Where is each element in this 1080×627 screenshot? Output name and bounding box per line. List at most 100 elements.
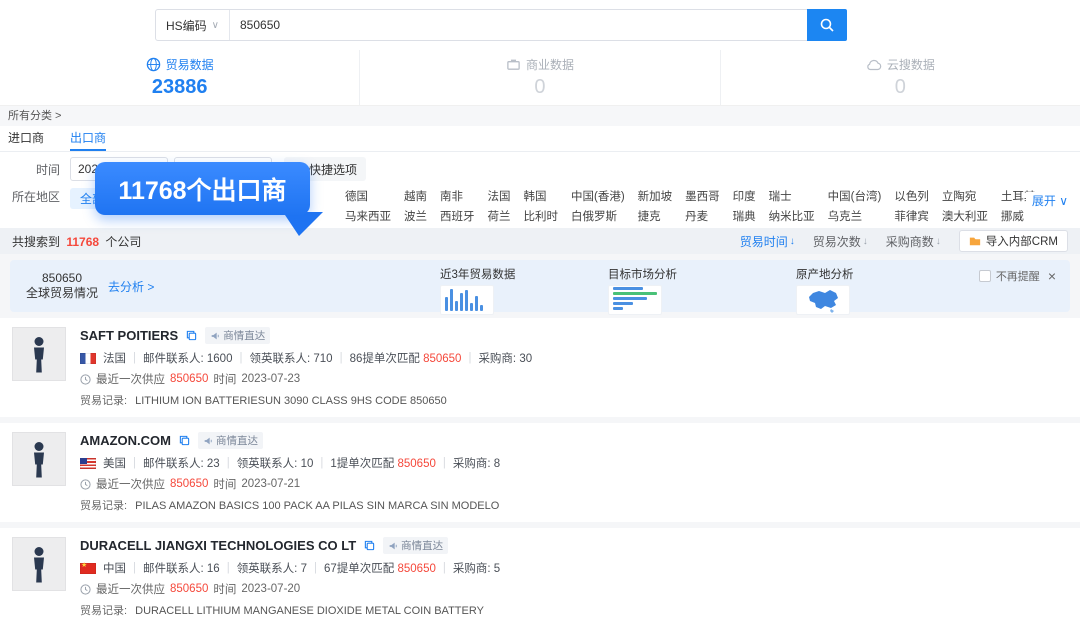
buyer-count: 采购商: 8 [453, 455, 500, 471]
country-option[interactable]: 澳大利亚 [942, 208, 988, 224]
filter-section: 时间 2022-07-28 2023-07-27 快捷选项 所在地区 全部 德国… [0, 152, 1080, 228]
sort-trade-time-label: 贸易时间 [740, 233, 788, 250]
company-thumbnail[interactable] [12, 432, 66, 486]
country-option[interactable]: 法国 [488, 188, 511, 204]
country-option[interactable]: 马来西亚 [345, 208, 391, 224]
country-option[interactable]: 比利时 [524, 208, 559, 224]
copy-icon[interactable] [364, 540, 375, 551]
stat-business-data[interactable]: 商业数据 0 [359, 50, 719, 105]
country-option[interactable]: 中国(香港) [571, 188, 625, 204]
business-info-badge[interactable]: 商情直达 [383, 537, 448, 554]
breadcrumb[interactable]: 所有分类 > [0, 106, 1080, 126]
stat-trade-value: 23886 [152, 76, 208, 99]
go-analyze-link[interactable]: 去分析 > [108, 278, 154, 295]
company-name[interactable]: AMAZON.COM [80, 433, 171, 448]
sort-down-icon: ↓ [936, 236, 941, 247]
tab-exporter[interactable]: 出口商 [70, 126, 106, 151]
tab-importer[interactable]: 进口商 [8, 126, 44, 151]
results-count: 11768 [66, 235, 99, 249]
import-crm-button[interactable]: 导入内部CRM [959, 230, 1068, 252]
company-thumbnail[interactable] [12, 327, 66, 381]
dismiss-control: 不再提醒 × [979, 268, 1056, 284]
business-info-badge[interactable]: 商情直达 [198, 432, 263, 449]
search-input[interactable] [230, 10, 807, 40]
importer-exporter-tabs: 进口商 出口商 [0, 126, 1080, 152]
country-option[interactable]: 韩国 [524, 188, 559, 204]
business-info-badge[interactable]: 商情直达 [205, 327, 270, 344]
sort-trade-time[interactable]: 贸易时间 ↓ [740, 233, 795, 250]
region-filter-label: 所在地区 [0, 188, 60, 205]
country-column: 瑞士纳米比亚 [769, 188, 815, 224]
country-option[interactable]: 德国 [345, 188, 391, 204]
summary-chart-origin-label: 原产地分析 [796, 266, 854, 282]
summary-chart-origin[interactable]: 原产地分析 [796, 266, 854, 315]
bol-match: 86提单次匹配 850650 [350, 350, 462, 366]
last-supply-code: 850650 [170, 373, 208, 385]
divider: | [320, 457, 323, 469]
bol-match: 1提单次匹配 850650 [330, 455, 435, 471]
country-option[interactable]: 印度 [733, 188, 756, 204]
badge-label: 商情直达 [216, 433, 258, 448]
stat-trade-data[interactable]: 贸易数据 23886 [0, 50, 359, 105]
bol-match: 67提单次匹配 850650 [324, 560, 436, 576]
dismiss-checkbox[interactable] [979, 270, 991, 282]
copy-icon[interactable] [186, 330, 197, 341]
sort-buyer-count[interactable]: 采购商数 ↓ [886, 233, 941, 250]
sort-controls: 贸易时间 ↓ 贸易次数 ↓ 采购商数 ↓ 导入内部CRM [740, 230, 1068, 252]
country-option[interactable]: 丹麦 [685, 208, 720, 224]
divider: | [340, 352, 343, 364]
search-box: HS编码 ∨ [155, 9, 847, 41]
stat-business-label: 商业数据 [526, 56, 574, 73]
search-category-select[interactable]: HS编码 ∨ [156, 10, 230, 40]
divider: | [239, 352, 242, 364]
country-option[interactable]: 以色列 [894, 188, 929, 204]
country-option[interactable]: 捷克 [638, 208, 673, 224]
copy-icon[interactable] [179, 435, 190, 446]
country-option[interactable]: 墨西哥 [685, 188, 720, 204]
country-column: 新加坡捷克 [638, 188, 673, 224]
country-option[interactable]: 菲律宾 [894, 208, 929, 224]
country-option[interactable]: 立陶宛 [942, 188, 988, 204]
summary-chart-trade[interactable]: 近3年贸易数据 [440, 266, 515, 315]
country-option[interactable]: 乌克兰 [828, 208, 882, 224]
last-supply-label: 最近一次供应 [96, 581, 165, 597]
mini-bar-chart [440, 285, 494, 315]
country-option[interactable]: 南非 [440, 188, 475, 204]
country-option[interactable]: 西班牙 [440, 208, 475, 224]
mini-map-chart [796, 285, 850, 315]
company-name[interactable]: DURACELL JIANGXI TECHNOLOGIES CO LT [80, 538, 356, 553]
trade-record-label: 贸易记录: [80, 605, 127, 617]
divider: | [443, 457, 446, 469]
country-column: 中国(台湾) 乌克兰 [828, 188, 882, 224]
company-row: SAFT POITIERS 商情直达 法国 | 邮件联系人: 1600 | 领英… [0, 318, 1080, 417]
country-option[interactable]: 瑞士 [769, 188, 815, 204]
country-column: 韩国比利时 [524, 188, 559, 224]
country-option[interactable]: 挪威 [1001, 208, 1036, 224]
company-name[interactable]: SAFT POITIERS [80, 328, 178, 343]
country-option[interactable]: 荷兰 [488, 208, 511, 224]
country-option[interactable]: 越南 [404, 188, 427, 204]
country-option[interactable]: 中国(台湾) [828, 188, 882, 204]
close-icon[interactable]: × [1048, 268, 1056, 284]
last-supply-code: 850650 [170, 583, 208, 595]
summary-chart-market[interactable]: 目标市场分析 [608, 266, 677, 315]
company-thumbnail[interactable] [12, 537, 66, 591]
country-option[interactable]: 波兰 [404, 208, 427, 224]
clock-icon [80, 584, 91, 595]
trade-record-text: PILAS AMAZON BASICS 100 PACK AA PILAS SI… [135, 500, 499, 512]
stat-cloud-value: 0 [895, 76, 906, 99]
divider: | [443, 562, 446, 574]
country-option[interactable]: 瑞典 [733, 208, 756, 224]
last-supply-time-label: 时间 [213, 476, 236, 492]
stat-cloud-data[interactable]: 云搜数据 0 [720, 50, 1080, 105]
country-option[interactable]: 新加坡 [638, 188, 673, 204]
linkedin-contacts: 领英联系人: 10 [237, 455, 314, 471]
country-option[interactable]: 纳米比亚 [769, 208, 815, 224]
email-contacts: 邮件联系人: 23 [143, 455, 220, 471]
country-option[interactable]: 白俄罗斯 [571, 208, 625, 224]
search-button[interactable] [807, 9, 847, 41]
company-row: DURACELL JIANGXI TECHNOLOGIES CO LT 商情直达… [0, 528, 1080, 627]
mini-hbar-chart [608, 285, 662, 315]
sort-trade-count[interactable]: 贸易次数 ↓ [813, 233, 868, 250]
expand-countries-link[interactable]: 展开 ∨ [1026, 192, 1068, 209]
